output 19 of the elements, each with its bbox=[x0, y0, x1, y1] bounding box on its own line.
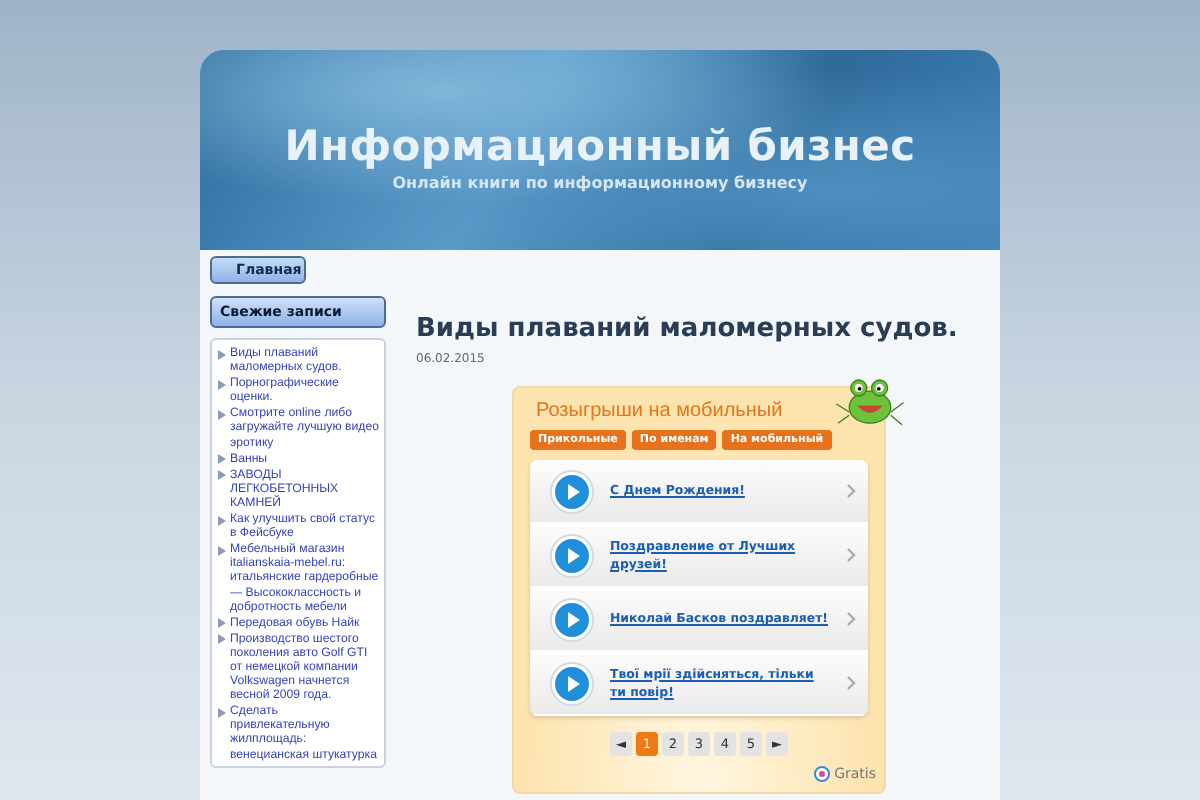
arrow-icon bbox=[218, 409, 226, 420]
chevron-icon bbox=[846, 612, 856, 626]
arrow-icon bbox=[218, 545, 226, 556]
brand-logo-icon bbox=[814, 766, 831, 782]
chevron-icon bbox=[846, 484, 856, 498]
chevron-icon bbox=[846, 548, 856, 562]
site-title: Информационный бизнес bbox=[284, 122, 916, 170]
play-icon[interactable] bbox=[550, 469, 594, 513]
play-icon[interactable] bbox=[550, 661, 594, 705]
arrow-icon bbox=[218, 379, 226, 390]
arrow-icon bbox=[218, 349, 226, 359]
arrow-icon bbox=[218, 707, 226, 718]
play-icon[interactable] bbox=[550, 597, 594, 641]
arrow-icon bbox=[218, 515, 226, 526]
post-title[interactable]: Виды плаваний маломерных судов. bbox=[416, 314, 990, 344]
play-icon[interactable] bbox=[550, 533, 594, 577]
widget-title: Розыгрыши на мобильный bbox=[536, 400, 785, 422]
chevron-icon bbox=[846, 676, 856, 690]
site-tagline: Онлайн книги по информационному бизнесу bbox=[392, 174, 808, 192]
